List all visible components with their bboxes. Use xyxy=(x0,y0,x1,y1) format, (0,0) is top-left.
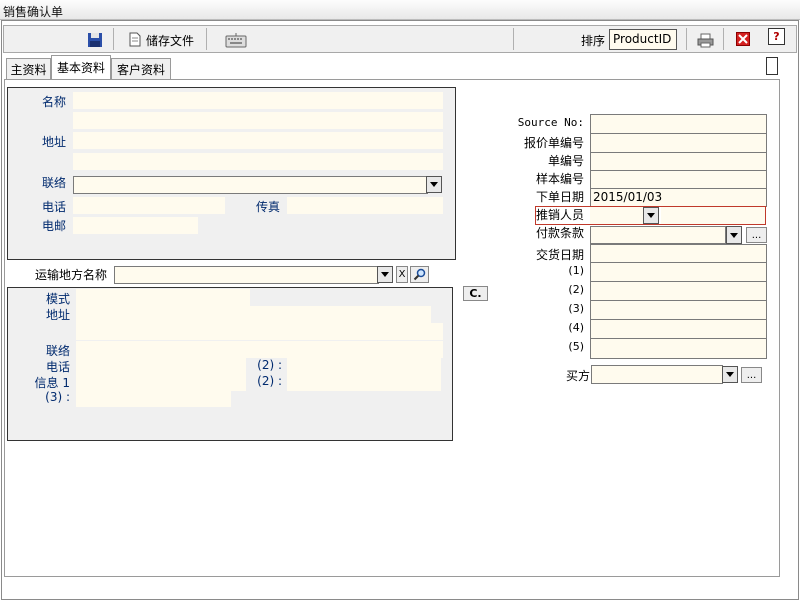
save-icon[interactable] xyxy=(86,31,104,49)
sample-no-label: 样本编号 xyxy=(535,172,584,186)
address-input[interactable] xyxy=(73,132,443,149)
salesperson-combo[interactable] xyxy=(590,207,644,224)
phone-label: 电话 xyxy=(41,200,66,214)
ship-address-input-2[interactable] xyxy=(76,323,443,340)
delivery-date-label: 交货日期 xyxy=(535,248,584,262)
source-no-input[interactable] xyxy=(590,114,767,134)
phone-input[interactable] xyxy=(73,197,225,214)
source-no-label: Source No: xyxy=(517,116,584,129)
extra5-input[interactable] xyxy=(590,339,767,359)
extra5-label: (5) xyxy=(568,340,584,353)
info2-input[interactable] xyxy=(287,374,441,391)
buyer-more-button[interactable]: ... xyxy=(741,367,762,383)
chevron-down-icon xyxy=(647,213,655,218)
contact-label: 联络 xyxy=(41,176,66,190)
ship-address-label: 地址 xyxy=(45,308,70,322)
mode-input[interactable] xyxy=(76,289,250,306)
salesperson-label: 推销人员 xyxy=(535,208,584,222)
fax-input[interactable] xyxy=(287,197,443,214)
payment-terms-more-button[interactable]: ... xyxy=(746,227,767,243)
ship-phone2-input[interactable] xyxy=(287,357,441,374)
quote-no-label: 报价单编号 xyxy=(523,136,584,150)
window-title: 销售确认单 xyxy=(3,5,64,19)
shipping-place-combo[interactable] xyxy=(114,266,379,284)
search-button[interactable] xyxy=(410,266,429,283)
extra2-input[interactable] xyxy=(590,282,767,301)
toolbar-separator xyxy=(686,28,687,50)
order-date-input[interactable]: 2015/01/03 xyxy=(590,189,767,207)
delivery-date-input[interactable] xyxy=(590,244,767,263)
chevron-down-icon xyxy=(430,182,438,187)
save-file-button[interactable]: 储存文件 xyxy=(146,32,194,49)
sample-no-input[interactable] xyxy=(590,171,767,189)
buyer-dropdown-button[interactable] xyxy=(722,366,738,383)
copy-button[interactable]: C. xyxy=(463,286,488,301)
quote-no-input[interactable] xyxy=(590,134,767,153)
doc-no-input[interactable] xyxy=(590,153,767,171)
toolbar-separator xyxy=(513,28,514,50)
mode-label: 模式 xyxy=(45,292,70,306)
address-input-2[interactable] xyxy=(73,153,443,170)
shipping-place-label: 运输地方名称 xyxy=(34,268,107,282)
buyer-combo[interactable] xyxy=(591,365,723,384)
sort-field-input[interactable]: ProductID xyxy=(609,29,677,50)
toolbar-separator xyxy=(113,28,114,50)
extra3-input[interactable] xyxy=(590,301,767,320)
payment-terms-combo[interactable] xyxy=(590,226,726,244)
info1-input[interactable] xyxy=(76,374,246,391)
email-input[interactable] xyxy=(73,217,198,234)
salesperson-dropdown-button[interactable] xyxy=(643,207,659,224)
toolbar-separator xyxy=(206,28,207,50)
extra1-label: (1) xyxy=(568,264,584,277)
shipping-place-dropdown-button[interactable] xyxy=(377,266,393,283)
tab-main-info[interactable]: 主资料 xyxy=(6,58,51,79)
contact-combo[interactable] xyxy=(73,176,428,194)
scroll-indicator[interactable] xyxy=(766,57,778,75)
toolbar xyxy=(3,25,797,53)
buyer-label: 买方 xyxy=(565,369,590,383)
name-input-2[interactable] xyxy=(73,112,443,129)
salesperson-name-field[interactable] xyxy=(661,207,765,224)
ship-phone-label: 电话 xyxy=(45,360,70,374)
chevron-down-icon xyxy=(726,372,734,377)
help-icon[interactable]: ? xyxy=(768,28,785,45)
extra4-label: (4) xyxy=(568,321,584,334)
info2-label: (2) : xyxy=(257,374,282,388)
ship-contact-input[interactable] xyxy=(76,341,443,358)
keyboard-icon[interactable] xyxy=(224,31,248,49)
shipping-clear-button[interactable]: X xyxy=(396,266,408,283)
ship-contact-label: 联络 xyxy=(45,344,70,358)
extra2-label: (2) xyxy=(568,283,584,296)
order-date-label: 下单日期 xyxy=(535,190,584,204)
tab-basic-info[interactable]: 基本资料 xyxy=(51,55,111,79)
tab-customer-info[interactable]: 客户资料 xyxy=(111,58,171,79)
address-label: 地址 xyxy=(41,135,66,149)
info1-label: 信息 1 xyxy=(34,376,70,390)
ship-address-input[interactable] xyxy=(76,306,431,323)
chevron-down-icon xyxy=(730,232,738,238)
ship-phone-input[interactable] xyxy=(76,357,246,374)
info3-label: (3) : xyxy=(45,390,70,404)
printer-icon[interactable] xyxy=(696,31,714,49)
search-icon xyxy=(413,268,426,281)
payment-terms-label: 付款条款 xyxy=(535,226,584,240)
doc-no-label: 单编号 xyxy=(547,154,584,168)
ship-phone2-label: (2) : xyxy=(257,358,282,372)
name-label: 名称 xyxy=(41,95,66,109)
title-bar xyxy=(0,0,800,20)
close-icon[interactable] xyxy=(736,32,750,46)
chevron-down-icon xyxy=(381,272,389,277)
document-icon[interactable] xyxy=(128,31,142,47)
toolbar-separator xyxy=(723,28,724,50)
fax-label: 传真 xyxy=(255,200,280,214)
extra1-input[interactable] xyxy=(590,263,767,282)
info3-input[interactable] xyxy=(76,390,231,407)
contact-dropdown-button[interactable] xyxy=(426,176,442,193)
payment-terms-dropdown-button[interactable] xyxy=(726,226,742,244)
email-label: 电邮 xyxy=(41,219,66,233)
sort-label: 排序 xyxy=(581,34,606,48)
extra4-input[interactable] xyxy=(590,320,767,339)
extra3-label: (3) xyxy=(568,302,584,315)
name-input[interactable] xyxy=(73,92,443,109)
